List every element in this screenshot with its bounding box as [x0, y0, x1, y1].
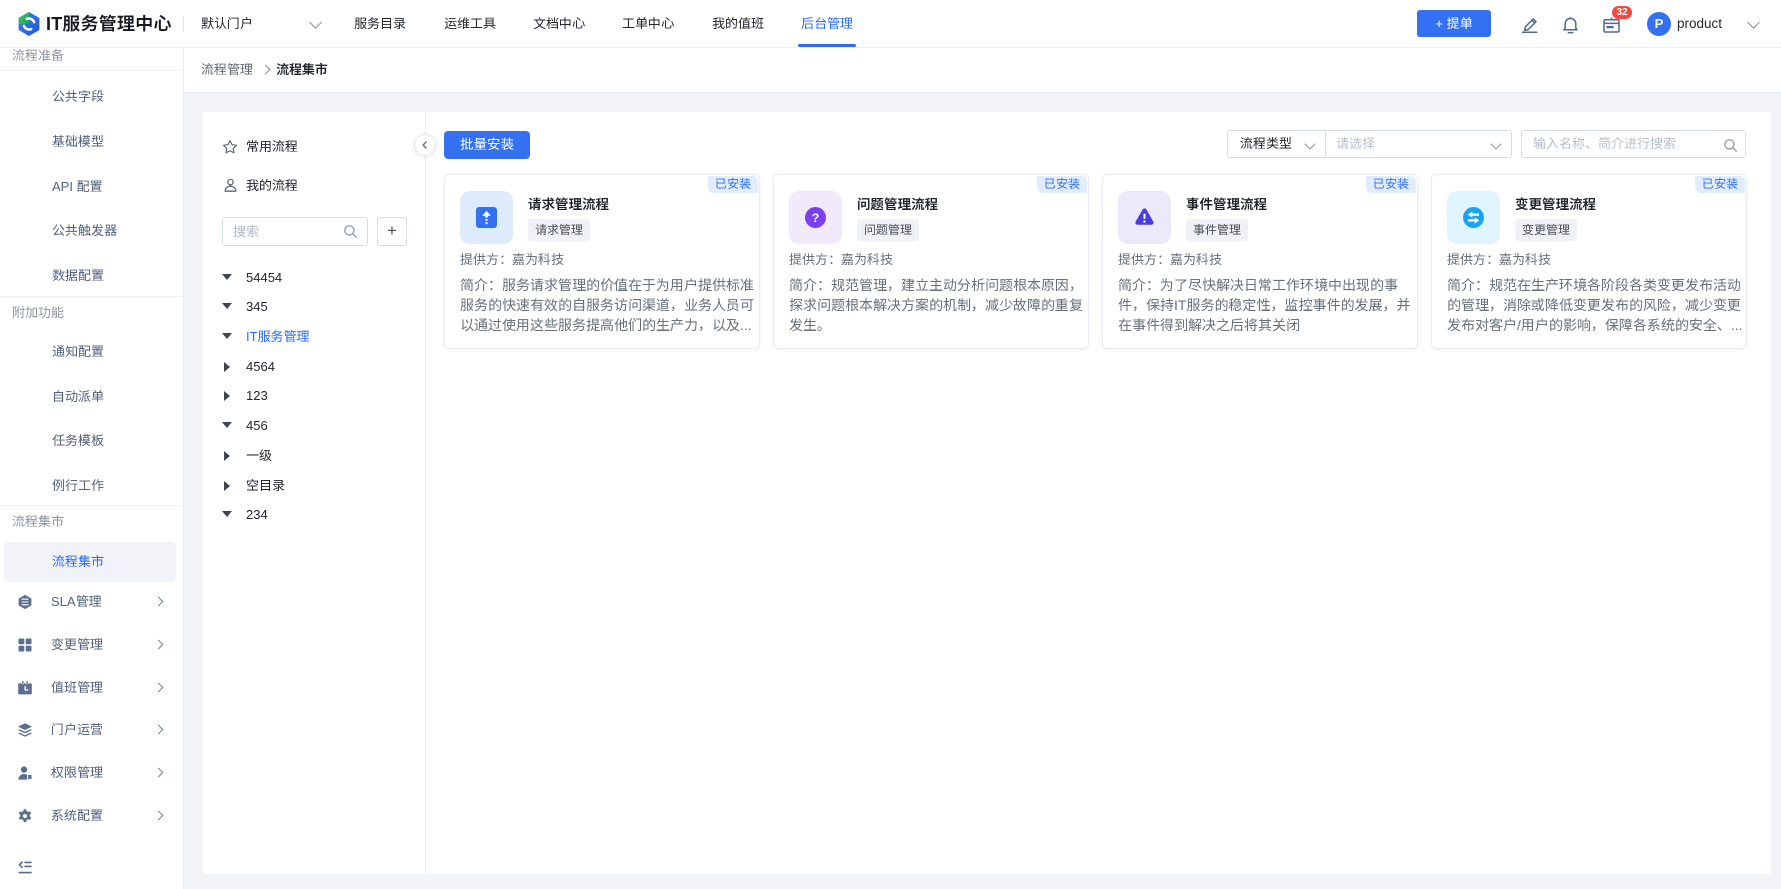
svg-text:?: ? [812, 211, 820, 225]
